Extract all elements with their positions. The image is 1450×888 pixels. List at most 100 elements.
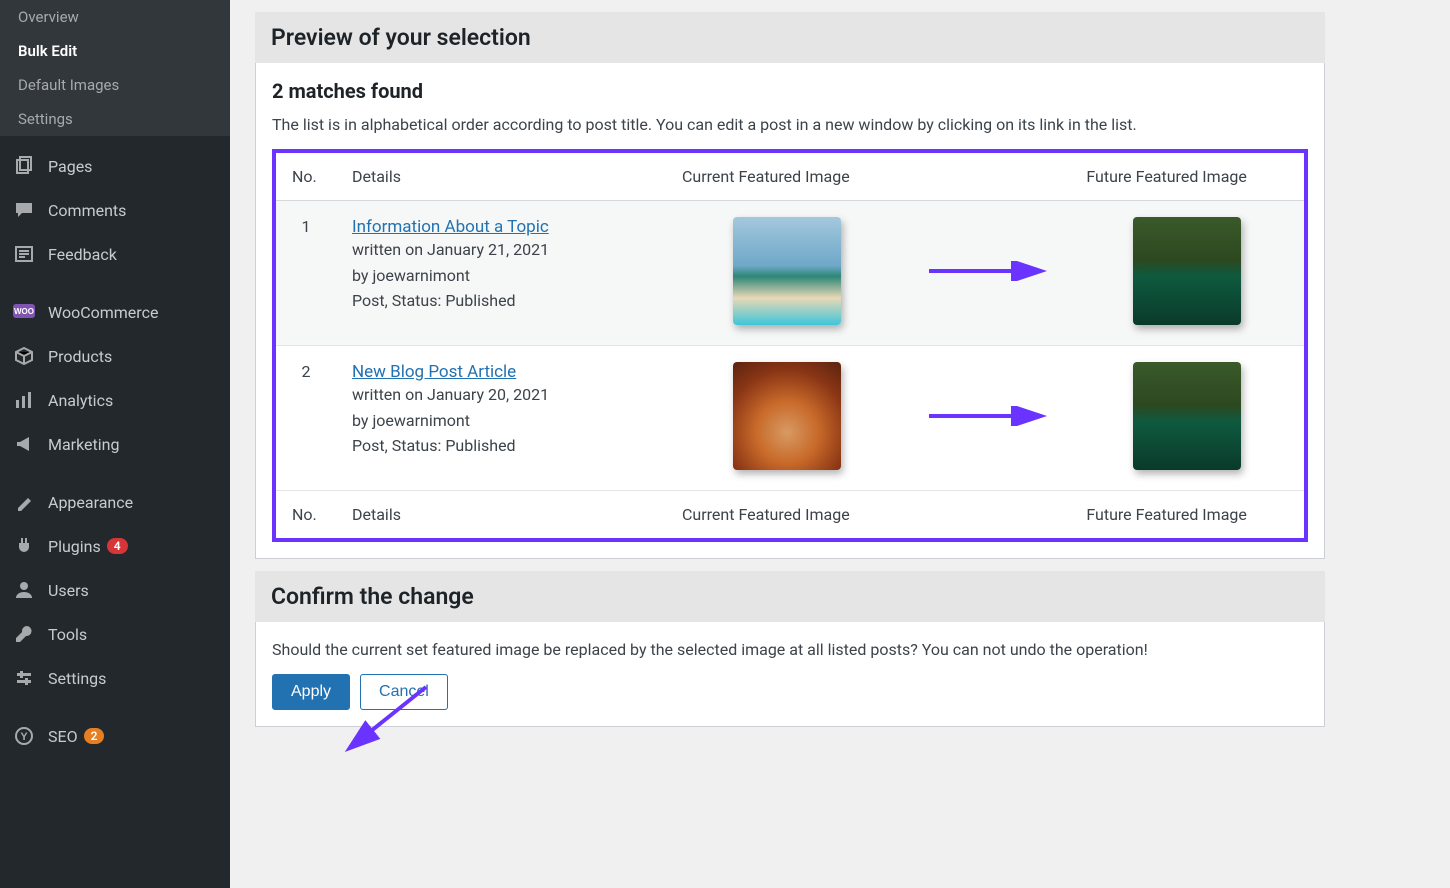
- sidebar-item-label: Settings: [48, 669, 106, 688]
- users-icon: [12, 578, 36, 602]
- products-icon: [12, 344, 36, 368]
- sidebar-submenu-item[interactable]: Overview: [0, 0, 230, 34]
- sidebar-submenu: OverviewBulk EditDefault ImagesSettings: [0, 0, 230, 136]
- sidebar-item-feedback[interactable]: Feedback: [0, 232, 230, 276]
- col-header-arrow: [908, 153, 1070, 201]
- sidebar-item-label: Appearance: [48, 493, 133, 512]
- post-meta-status: Post, Status: Published: [352, 433, 650, 459]
- arrow-cell: [908, 201, 1070, 346]
- sidebar-item-plugins[interactable]: Plugins 4: [0, 524, 230, 568]
- admin-sidebar: OverviewBulk EditDefault ImagesSettings …: [0, 0, 230, 888]
- preview-description: The list is in alphabetical order accord…: [272, 113, 1308, 137]
- future-image-cell: [1070, 201, 1304, 346]
- col-footer-future: Future Featured Image: [1070, 491, 1304, 539]
- sidebar-separator: [0, 700, 230, 714]
- preview-panel-body: 2 matches found The list is in alphabeti…: [255, 63, 1325, 559]
- table-row: 1Information About a Topicwritten on Jan…: [276, 201, 1304, 346]
- current-image-cell: [666, 201, 908, 346]
- pages-icon: [12, 154, 36, 178]
- woo-icon: WOO: [12, 300, 36, 324]
- row-number: 1: [276, 201, 336, 346]
- sidebar-item-label: Pages: [48, 157, 92, 176]
- arrow-right-icon: [924, 261, 1054, 281]
- row-number: 2: [276, 346, 336, 491]
- sidebar-item-label: Tools: [48, 625, 87, 644]
- row-details: Information About a Topicwritten on Janu…: [336, 201, 666, 346]
- sidebar-item-marketing[interactable]: Marketing: [0, 422, 230, 466]
- post-title-link[interactable]: New Blog Post Article: [352, 362, 516, 382]
- appearance-icon: [12, 490, 36, 514]
- col-header-future: Future Featured Image: [1070, 153, 1304, 201]
- col-footer-current: Current Featured Image: [666, 491, 908, 539]
- sidebar-main: Pages Comments Feedback WOO WooCommerce Produ…: [0, 136, 230, 758]
- post-title-link[interactable]: Information About a Topic: [352, 217, 549, 237]
- seo-icon: Y: [12, 724, 36, 748]
- sidebar-submenu-item[interactable]: Bulk Edit: [0, 34, 230, 68]
- sidebar-item-pages[interactable]: Pages: [0, 144, 230, 188]
- sidebar-item-woocommerce[interactable]: WOO WooCommerce: [0, 290, 230, 334]
- preview-table: No. Details Current Featured Image Futur…: [276, 153, 1304, 538]
- arrow-right-icon: [924, 406, 1054, 426]
- preview-panel-header: Preview of your selection: [255, 12, 1325, 63]
- col-header-details: Details: [336, 153, 666, 201]
- sidebar-item-label: Users: [48, 581, 89, 600]
- current-image-cell: [666, 346, 908, 491]
- col-header-no: No.: [276, 153, 336, 201]
- col-footer-arrow: [908, 491, 1070, 539]
- preview-title: Preview of your selection: [271, 24, 1309, 51]
- plugins-icon: [12, 534, 36, 558]
- settings-icon: [12, 666, 36, 690]
- sidebar-item-label: Plugins: [48, 537, 101, 556]
- update-badge: 2: [84, 728, 105, 744]
- sidebar-item-seo[interactable]: Y SEO 2: [0, 714, 230, 758]
- post-meta-by: by joewarnimont: [352, 408, 650, 434]
- confirm-panel-body: Should the current set featured image be…: [255, 622, 1325, 727]
- col-footer-no: No.: [276, 491, 336, 539]
- sidebar-item-comments[interactable]: Comments: [0, 188, 230, 232]
- annotation-arrow-icon: [336, 682, 436, 762]
- arrow-cell: [908, 346, 1070, 491]
- future-featured-image: [1133, 217, 1241, 325]
- table-row: 2New Blog Post Articlewritten on January…: [276, 346, 1304, 491]
- sidebar-item-analytics[interactable]: Analytics: [0, 378, 230, 422]
- main-content: Preview of your selection 2 matches foun…: [230, 0, 1350, 888]
- sidebar-submenu-item[interactable]: Settings: [0, 102, 230, 136]
- sidebar-item-products[interactable]: Products: [0, 334, 230, 378]
- col-footer-details: Details: [336, 491, 666, 539]
- current-featured-image: [733, 362, 841, 470]
- sidebar-item-label: WooCommerce: [48, 303, 158, 322]
- col-header-current: Current Featured Image: [666, 153, 908, 201]
- row-details: New Blog Post Articlewritten on January …: [336, 346, 666, 491]
- sidebar-item-label: Analytics: [48, 391, 113, 410]
- confirm-panel-header: Confirm the change: [255, 571, 1325, 622]
- future-featured-image: [1133, 362, 1241, 470]
- post-meta-status: Post, Status: Published: [352, 288, 650, 314]
- post-meta-by: by joewarnimont: [352, 263, 650, 289]
- sidebar-item-label: Comments: [48, 201, 126, 220]
- sidebar-item-tools[interactable]: Tools: [0, 612, 230, 656]
- sidebar-item-appearance[interactable]: Appearance: [0, 480, 230, 524]
- post-meta-written: written on January 20, 2021: [352, 382, 650, 408]
- post-meta-written: written on January 21, 2021: [352, 237, 650, 263]
- current-featured-image: [733, 217, 841, 325]
- update-badge: 4: [107, 538, 128, 554]
- matches-heading: 2 matches found: [272, 79, 1308, 103]
- preview-highlight-box: No. Details Current Featured Image Futur…: [272, 149, 1308, 542]
- svg-text:WOO: WOO: [14, 307, 34, 316]
- svg-text:Y: Y: [20, 731, 28, 743]
- tools-icon: [12, 622, 36, 646]
- future-image-cell: [1070, 346, 1304, 491]
- sidebar-item-label: Marketing: [48, 435, 119, 454]
- sidebar-separator: [0, 466, 230, 480]
- confirm-text: Should the current set featured image be…: [272, 638, 1308, 662]
- comments-icon: [12, 198, 36, 222]
- analytics-icon: [12, 388, 36, 412]
- sidebar-item-label: SEO: [48, 727, 78, 746]
- sidebar-item-label: Feedback: [48, 245, 117, 264]
- sidebar-item-users[interactable]: Users: [0, 568, 230, 612]
- marketing-icon: [12, 432, 36, 456]
- confirm-title: Confirm the change: [271, 583, 1309, 610]
- sidebar-item-label: Products: [48, 347, 112, 366]
- sidebar-submenu-item[interactable]: Default Images: [0, 68, 230, 102]
- sidebar-item-settings[interactable]: Settings: [0, 656, 230, 700]
